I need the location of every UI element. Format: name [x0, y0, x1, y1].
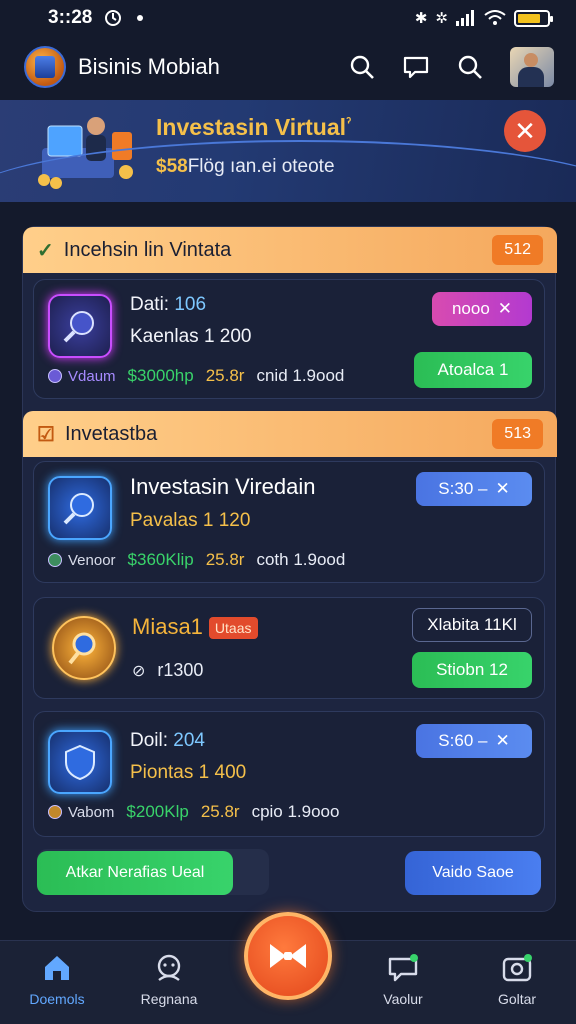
remove-button[interactable]: S:30 – ✕	[416, 472, 532, 506]
coin-icon	[48, 369, 62, 383]
search-icon[interactable]	[348, 53, 376, 81]
status-right: ✱ ✲	[414, 9, 553, 27]
meta-price: $360Klip	[127, 550, 194, 569]
meta-rate: 25.8r	[205, 366, 245, 385]
clock-icon: ⊘	[132, 662, 146, 680]
investment-panel: ✓ Incehsin lin Vintata 512 Dati: 106 Kae…	[22, 226, 557, 912]
search-icon[interactable]	[456, 53, 484, 81]
close-icon: ✕	[497, 299, 513, 318]
action-button[interactable]: Atoalca 1	[414, 352, 532, 388]
card-detail: Pavalas 1 120	[130, 510, 251, 531]
vibrate-icon: ✲	[435, 10, 448, 27]
close-icon: ✕	[495, 731, 510, 750]
card-meta: Venoor $360Klip 25.8r coth 1.9ood	[48, 550, 345, 570]
meta-label: Vabom	[48, 804, 114, 821]
status-badge: Utaas	[208, 617, 258, 640]
search-shield-icon	[48, 294, 112, 358]
card-detail: Piontas 1 400	[130, 762, 247, 783]
card-title: Investasin Viredain	[130, 474, 316, 499]
meta-price: $3000hp	[127, 366, 194, 385]
search-shield-icon	[48, 476, 112, 540]
section-header-2[interactable]: ☑ Invetastba 513	[23, 411, 557, 457]
app-title: Bisinis Mobiah	[78, 54, 220, 79]
camera-icon	[502, 954, 532, 982]
coin-icon	[48, 805, 62, 819]
section-title: Incehsin lin Vintata	[63, 238, 232, 261]
section-title: Invetastba	[64, 422, 158, 445]
action-button[interactable]: Stiobn 12	[412, 652, 532, 688]
dot-icon	[137, 15, 144, 21]
banner-title: Investasin Virtualˀ	[156, 114, 352, 140]
nav-item-camera[interactable]: Goltar	[472, 953, 562, 1007]
app-logo	[24, 46, 66, 88]
app-header: Bisinis Mobiah	[0, 36, 576, 98]
wifi-icon	[484, 10, 506, 25]
bowtie-icon	[270, 944, 306, 968]
meta-rate: 25.8r	[200, 802, 240, 821]
meta-amount: cpio 1.9ooo	[251, 802, 340, 821]
left-action-button[interactable]: Atkar Nerafias Ueal	[37, 851, 233, 895]
nav-item-home[interactable]: Doemols	[12, 953, 102, 1007]
magnifier-coin-icon	[52, 616, 116, 680]
close-icon: ✕	[495, 479, 510, 498]
check-icon: ✓	[37, 239, 54, 262]
right-action-button[interactable]: Vaido Saoe	[405, 851, 541, 895]
investment-card[interactable]: Doil: 204 Piontas 1 400 Vabom $200Klp 25…	[33, 711, 545, 837]
meta-price: $200Klp	[126, 802, 189, 821]
card-meta: ⊘ r1300	[132, 660, 203, 681]
section-header-1[interactable]: ✓ Incehsin lin Vintata 512	[23, 227, 557, 273]
nav-item-support[interactable]: Regnana	[124, 953, 214, 1007]
remove-button[interactable]: S:60 – ✕	[416, 724, 532, 758]
meta-label: Vdaum	[48, 368, 116, 385]
investment-card[interactable]: Dati: 106 Kaenlas 1 200 Vdaum $3000hp 25…	[33, 279, 545, 399]
section-badge: 513	[492, 419, 543, 449]
bluetooth-icon: ✱	[414, 10, 428, 27]
close-banner-button[interactable]: ✕	[504, 110, 546, 152]
card-detail: Kaenlas 1 200	[130, 326, 252, 347]
banner-subtitle: $58Flög ıan.ei oteote	[156, 156, 335, 177]
meta-label: Venoor	[48, 552, 116, 569]
status-time: 3::28	[48, 7, 93, 28]
card-meta: Vdaum $3000hp 25.8r cnid 1.9ood	[48, 366, 344, 386]
support-icon	[157, 954, 181, 981]
card-date: Doil: 204	[130, 730, 205, 751]
notification-icon[interactable]	[402, 53, 430, 81]
section-badge: 512	[492, 235, 543, 265]
battery-icon	[514, 9, 553, 27]
home-icon	[45, 956, 69, 980]
meta-rate: 25.8r	[205, 550, 245, 569]
chat-icon	[388, 954, 418, 982]
meta-amount: coth 1.9ood	[256, 550, 346, 569]
status-bar: 3::28 ✱ ✲	[0, 0, 576, 36]
card-date: Dati: 106	[130, 294, 207, 315]
remove-button[interactable]: nooo ✕	[432, 292, 532, 326]
card-title: Miasa1 Utaas	[132, 614, 258, 640]
investment-illustration-icon	[38, 117, 133, 189]
meta-amount: cnid 1.9ood	[256, 366, 345, 385]
card-detail: r1300	[157, 660, 204, 680]
sync-icon	[105, 10, 122, 26]
check-icon: ☑	[37, 423, 55, 446]
promo-banner[interactable]: Investasin Virtualˀ $58Flög ıan.ei oteot…	[0, 100, 576, 202]
profile-avatar[interactable]	[510, 47, 554, 87]
center-action-button[interactable]	[244, 912, 332, 1000]
status-system-icons	[104, 9, 144, 27]
coin-icon	[48, 553, 62, 567]
nav-item-chat[interactable]: Vaolur	[358, 953, 448, 1007]
signal-icon	[456, 10, 474, 26]
close-icon: ✕	[514, 115, 536, 146]
investment-card[interactable]: Investasin Viredain Pavalas 1 120 Venoor…	[33, 461, 545, 583]
shield-icon	[48, 730, 112, 794]
status-pill[interactable]: Xlabita 11Kl	[412, 608, 532, 642]
card-meta: Vabom $200Klp 25.8r cpio 1.9ooo	[48, 802, 339, 822]
investment-card[interactable]: Miasa1 Utaas ⊘ r1300 Xlabita 11Kl Stiobn …	[33, 597, 545, 699]
